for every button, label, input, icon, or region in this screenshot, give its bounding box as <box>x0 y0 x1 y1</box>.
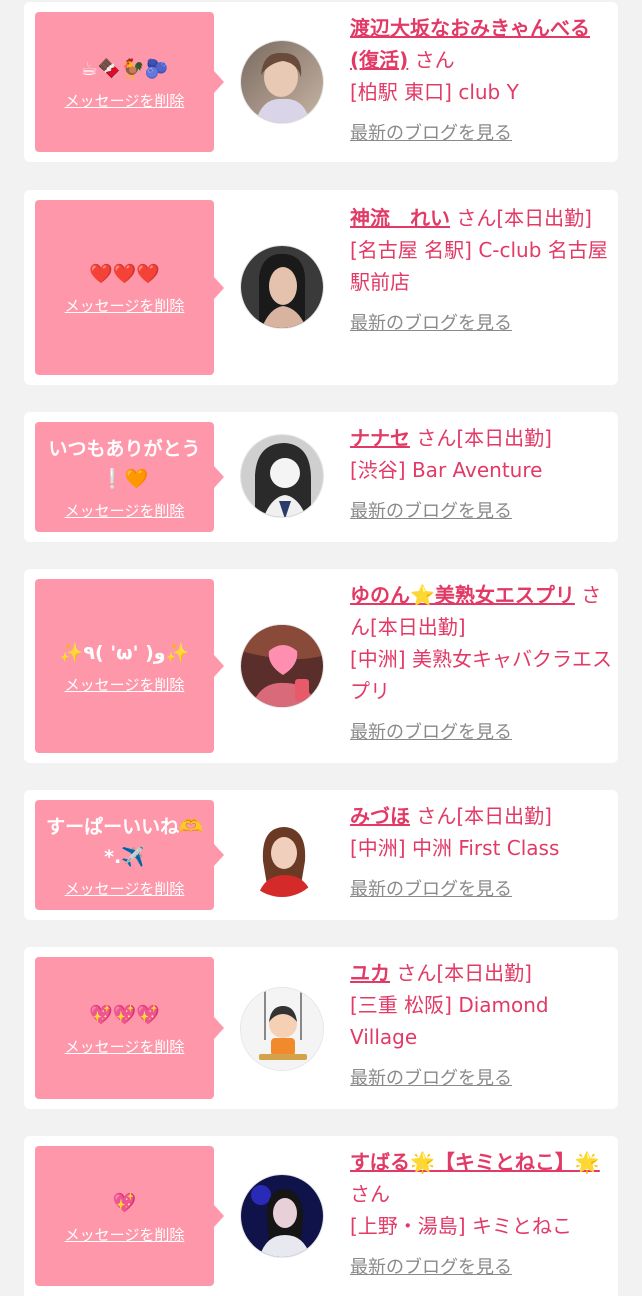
avatar[interactable] <box>240 814 324 898</box>
message-card: ✨٩( 'ω' )و✨ メッセージを削除 ゆのん⭐️美熟女エスプリ さん[本日出… <box>24 569 618 763</box>
message-card: 💖💖💖 メッセージを削除 ユカ さん[本日出勤] [三重 松阪] Diamond… <box>24 947 618 1109</box>
avatar[interactable] <box>240 987 324 1071</box>
delete-message-link[interactable]: メッセージを削除 <box>65 878 185 899</box>
message-card: ❤️❤️❤️ メッセージを削除 神流 れい さん[本日出勤] [名古屋 名駅] … <box>24 190 618 385</box>
shop-location: [名古屋 名駅] C-club 名古屋駅前店 <box>350 238 608 294</box>
cast-suffix: さん[本日出勤] <box>456 206 592 230</box>
shop-location: [上野・湯島] キミとねこ <box>350 1214 572 1238</box>
cast-suffix: さん <box>414 48 455 72</box>
message-bubble: ✨٩( 'ω' )و✨ メッセージを削除 <box>35 579 224 753</box>
message-text: ❤️❤️❤️ <box>89 263 160 285</box>
latest-blog-link[interactable]: 最新のブログを見る <box>350 1063 612 1095</box>
message-text: すーぱーいいね🫶*.✈️ <box>46 815 203 868</box>
message-bubble: 💖 メッセージを削除 <box>35 1146 224 1286</box>
cast-name-link[interactable]: 神流 れい <box>350 206 450 230</box>
cast-info: すばる🌟【キミとねこ】🌟 さん [上野・湯島] キミとねこ 最新のブログを見る <box>350 1146 612 1284</box>
avatar[interactable] <box>240 434 324 518</box>
message-text: 💖 <box>112 1191 137 1214</box>
cast-suffix: さん[本日出勤] <box>416 804 552 828</box>
delete-message-link[interactable]: メッセージを削除 <box>65 90 185 111</box>
delete-message-link[interactable]: メッセージを削除 <box>65 674 185 695</box>
cast-name-link[interactable]: 渡辺大坂なおみきゃんべる(復活) <box>350 16 590 72</box>
latest-blog-link[interactable]: 最新のブログを見る <box>350 308 612 340</box>
cast-name-link[interactable]: ナナセ <box>350 426 410 450</box>
message-bubble: ❤️❤️❤️ メッセージを削除 <box>35 200 224 375</box>
cast-name-link[interactable]: ユカ <box>350 961 390 985</box>
cast-name-link[interactable]: ゆのん⭐️美熟女エスプリ <box>350 583 575 607</box>
message-card: ☕🍫🐓🫐 メッセージを削除 渡辺大坂なおみきゃんべる(復活) さん [柏駅 東口… <box>24 2 618 162</box>
shop-location: [中洲] 美熟女キャバクラエスプリ <box>350 647 612 703</box>
latest-blog-link[interactable]: 最新のブログを見る <box>350 874 612 906</box>
avatar[interactable] <box>240 624 324 708</box>
latest-blog-link[interactable]: 最新のブログを見る <box>350 1252 612 1284</box>
message-card: 💖 メッセージを削除 すばる🌟【キミとねこ】🌟 さん [上野・湯島] キミとねこ… <box>24 1136 618 1296</box>
cast-name-link[interactable]: すばる🌟【キミとねこ】🌟 <box>350 1150 600 1174</box>
shop-location: [中洲] 中洲 First Class <box>350 836 560 860</box>
message-bubble: 💖💖💖 メッセージを削除 <box>35 957 224 1099</box>
avatar[interactable] <box>240 245 324 329</box>
shop-location: [渋谷] Bar Aventure <box>350 458 543 482</box>
cast-suffix: さん <box>350 1182 390 1206</box>
cast-suffix: さん[本日出勤] <box>416 426 552 450</box>
cast-info: 神流 れい さん[本日出勤] [名古屋 名駅] C-club 名古屋駅前店 最新… <box>350 202 612 340</box>
delete-message-link[interactable]: メッセージを削除 <box>65 1036 185 1057</box>
delete-message-link[interactable]: メッセージを削除 <box>65 500 185 521</box>
message-bubble: いつもありがとう❕🧡 メッセージを削除 <box>35 422 224 532</box>
cast-name-link[interactable]: みづほ <box>350 804 410 828</box>
message-bubble: ☕🍫🐓🫐 メッセージを削除 <box>35 12 224 152</box>
cast-info: ゆのん⭐️美熟女エスプリ さん[本日出勤] [中洲] 美熟女キャバクラエスプリ … <box>350 579 612 749</box>
message-text: いつもありがとう❕🧡 <box>48 437 201 490</box>
delete-message-link[interactable]: メッセージを削除 <box>65 295 185 316</box>
cast-info: みづほ さん[本日出勤] [中洲] 中洲 First Class 最新のブログを… <box>350 800 612 906</box>
shop-location: [三重 松阪] Diamond Village <box>350 993 549 1049</box>
cast-info: 渡辺大坂なおみきゃんべる(復活) さん [柏駅 東口] club Y 最新のブロ… <box>350 12 612 150</box>
latest-blog-link[interactable]: 最新のブログを見る <box>350 717 612 749</box>
message-text: ✨٩( 'ω' )و✨ <box>59 641 190 664</box>
cast-info: ナナセ さん[本日出勤] [渋谷] Bar Aventure 最新のブログを見る <box>350 422 612 528</box>
avatar[interactable] <box>240 1174 324 1258</box>
avatar[interactable] <box>240 40 324 124</box>
message-text: ☕🍫🐓🫐 <box>80 57 169 80</box>
delete-message-link[interactable]: メッセージを削除 <box>65 1224 185 1245</box>
shop-location: [柏駅 東口] club Y <box>350 80 519 104</box>
message-bubble: すーぱーいいね🫶*.✈️ メッセージを削除 <box>35 800 224 910</box>
latest-blog-link[interactable]: 最新のブログを見る <box>350 118 612 150</box>
cast-info: ユカ さん[本日出勤] [三重 松阪] Diamond Village 最新のブ… <box>350 957 612 1095</box>
latest-blog-link[interactable]: 最新のブログを見る <box>350 496 612 528</box>
message-card: すーぱーいいね🫶*.✈️ メッセージを削除 みづほ さん[本日出勤] [中洲] … <box>24 790 618 920</box>
cast-suffix: さん[本日出勤] <box>396 961 532 985</box>
message-text: 💖💖💖 <box>89 1003 160 1026</box>
message-card: いつもありがとう❕🧡 メッセージを削除 ナナセ さん[本日出勤] [渋谷] Ba… <box>24 412 618 542</box>
